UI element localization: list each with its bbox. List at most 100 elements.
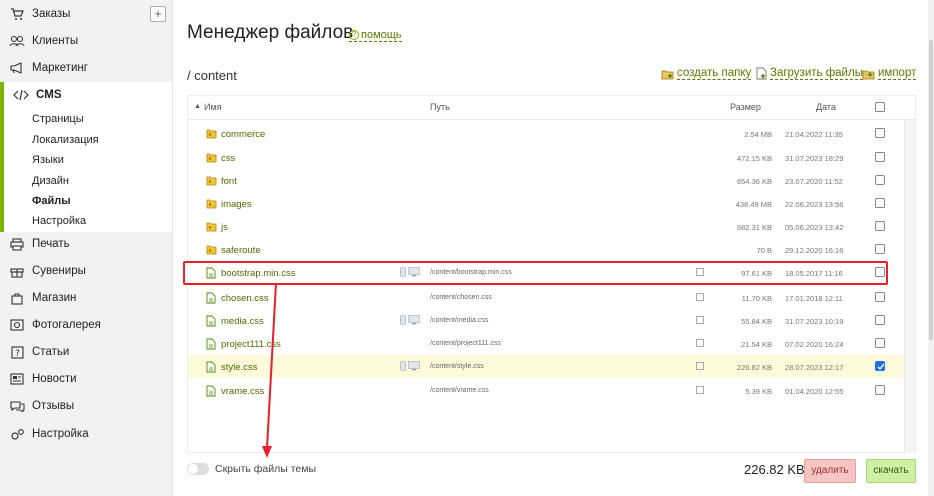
row-size: 21.54 KB (741, 340, 772, 349)
printer-icon (8, 236, 26, 252)
table-scrollbar[interactable] (904, 120, 915, 453)
add-order-button[interactable]: + (150, 6, 166, 22)
hide-theme-files-toggle[interactable] (187, 463, 209, 475)
cms-sub-settings[interactable]: Настройка (32, 215, 86, 227)
nav-orders[interactable]: Заказы (0, 1, 172, 27)
download-button[interactable]: скачать (866, 459, 916, 483)
table-row[interactable]: js 682.31 KB 05.06.2023 13:42 (188, 215, 904, 238)
nav-print[interactable]: Печать (0, 231, 172, 257)
row-checkbox[interactable] (875, 315, 885, 325)
row-name-label: style.css (221, 361, 258, 373)
desktop-icon (408, 315, 420, 325)
table-row[interactable]: media.css/content/media.css 55.84 KB 31.07… (188, 309, 904, 332)
row-size: 5.39 KB (745, 387, 772, 396)
import-label: импорт (878, 67, 917, 80)
device-visibility-icons[interactable] (400, 315, 420, 325)
cart-icon (8, 6, 26, 22)
folder-link[interactable]: saferoute (206, 244, 261, 256)
row-checkbox[interactable] (875, 385, 885, 395)
column-date-header[interactable]: Дата (816, 102, 836, 112)
nav-gallery[interactable]: Фотогалерея (0, 312, 172, 338)
help-link[interactable]: ? помощь (349, 29, 402, 42)
table-row[interactable]: font 654.36 KB 23.07.2020 11:52 (188, 169, 904, 192)
table-row[interactable]: commerce 2.54 MB 21.04.2022 11:35 (188, 122, 904, 145)
page-scrollbar-thumb[interactable] (929, 40, 933, 340)
table-row[interactable]: images 438.49 MB 22.06.2023 13:56 (188, 192, 904, 215)
table-row[interactable]: style.css/content/style.css 226.82 KB 28.0… (188, 355, 904, 378)
breadcrumb: / content (187, 68, 237, 83)
row-date: 22.06.2023 13:56 (785, 200, 844, 209)
row-name-label: commerce (221, 128, 266, 140)
folder-icon (206, 152, 217, 164)
row-checkbox[interactable] (875, 152, 885, 162)
nav-articles[interactable]: ? Статьи (0, 339, 172, 365)
file-link[interactable]: chosen.css (206, 292, 269, 304)
nav-marketing-label: Маркетинг (32, 62, 88, 74)
cms-sub-files[interactable]: Файлы (32, 195, 71, 207)
nav-shop[interactable]: Магазин (0, 285, 172, 311)
folder-link[interactable]: js (206, 221, 228, 233)
nav-clients-label: Клиенты (32, 35, 79, 47)
help-icon: ? (349, 30, 359, 40)
row-checkbox[interactable] (875, 338, 885, 348)
select-all-checkbox[interactable] (875, 102, 885, 112)
table-row[interactable]: css 472.15 KB 31.07.2023 18:29 (188, 146, 904, 169)
row-checkbox[interactable] (875, 244, 885, 254)
row-date: 05.06.2023 13:42 (785, 223, 844, 232)
gift-icon (8, 263, 26, 279)
row-checkbox[interactable] (875, 175, 885, 185)
create-folder-button[interactable]: создать папку (661, 67, 752, 80)
cms-sub-languages[interactable]: Языки (32, 154, 64, 166)
folder-link[interactable]: css (206, 152, 235, 164)
image-icon (8, 317, 26, 333)
row-date: 28.07.2023 12:17 (785, 363, 844, 372)
row-checkbox[interactable] (875, 221, 885, 231)
folder-link[interactable]: images (206, 198, 252, 210)
cms-sub-localization[interactable]: Локализация (32, 134, 99, 146)
row-checkbox[interactable] (875, 198, 885, 208)
row-checkbox[interactable] (875, 361, 885, 371)
nav-marketing[interactable]: Маркетинг (0, 55, 172, 81)
row-date: 29.12.2020 16:16 (785, 246, 844, 255)
sort-asc-icon[interactable]: ▲ (194, 103, 201, 110)
nav-reviews[interactable]: Отзывы (0, 393, 172, 419)
row-checkbox[interactable] (875, 292, 885, 302)
folder-icon (206, 128, 217, 140)
row-checkbox[interactable] (875, 128, 885, 138)
nav-settings[interactable]: Настройка (0, 421, 172, 447)
row-size: 438.49 MB (735, 200, 772, 209)
nav-gallery-label: Фотогалерея (32, 319, 101, 331)
cms-sub-pages[interactable]: Страницы (32, 113, 84, 125)
nav-news[interactable]: Новости (0, 366, 172, 392)
file-link[interactable]: project111.css (206, 338, 281, 350)
toggle-knob (188, 464, 198, 474)
table-row[interactable]: chosen.css/content/chosen.css 11.70 KB 17.… (188, 286, 904, 309)
file-link[interactable]: media.css (206, 315, 264, 327)
upload-files-label: Загрузить файлы (770, 67, 863, 80)
column-size-header[interactable]: Размер (730, 102, 761, 112)
device-visibility-icons[interactable] (400, 361, 420, 371)
nav-clients[interactable]: Клиенты (0, 28, 172, 54)
file-link[interactable]: vrame.css (206, 385, 264, 397)
folder-link[interactable]: commerce (206, 128, 265, 140)
create-folder-label: создать папку (677, 67, 752, 80)
folder-link[interactable]: font (206, 175, 237, 187)
code-icon (12, 87, 30, 103)
nav-souvenirs[interactable]: Сувениры (0, 258, 172, 284)
table-row[interactable]: saferoute 70 B 29.12.2020 16:16 (188, 238, 904, 261)
table-row[interactable]: project111.css/content/project111.css 21.… (188, 332, 904, 355)
users-icon (8, 33, 26, 49)
nav-cms[interactable]: CMS (4, 82, 176, 108)
row-name-label: font (221, 175, 237, 187)
file-icon (206, 385, 217, 397)
page-scrollbar[interactable] (928, 0, 934, 496)
help-label: помощь (361, 29, 402, 41)
import-button[interactable]: импорт (862, 67, 917, 80)
file-link[interactable]: style.css (206, 361, 257, 373)
column-path-header[interactable]: Путь (430, 102, 450, 112)
table-row[interactable]: vrame.css/content/vrame.css 5.39 KB 01.04.… (188, 379, 904, 402)
upload-files-button[interactable]: Загрузить файлы (756, 67, 863, 80)
delete-button[interactable]: удалить (804, 459, 856, 483)
column-name-header[interactable]: Имя (204, 102, 222, 112)
cms-sub-design[interactable]: Дизайн (32, 175, 69, 187)
